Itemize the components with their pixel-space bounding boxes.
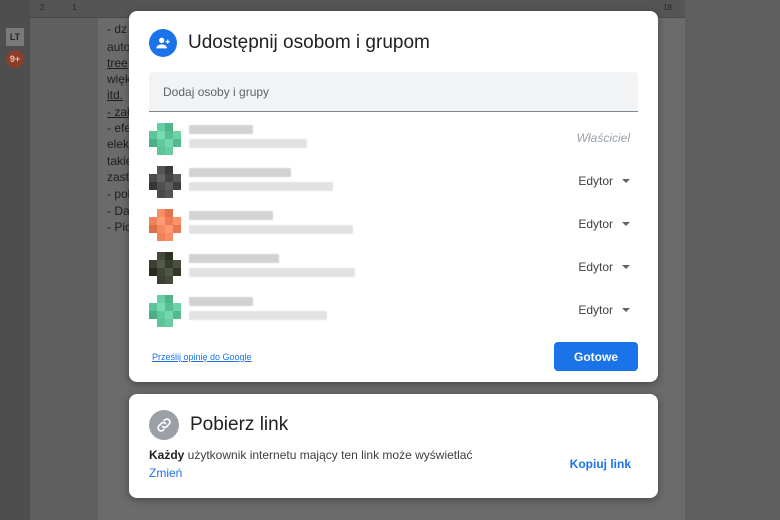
add-people-field[interactable] [149, 72, 638, 112]
add-people-input[interactable] [149, 72, 638, 111]
shared-person-row: Edytor [149, 248, 638, 291]
notification-badge-icon[interactable]: 9+ [6, 50, 24, 68]
shared-person-row: Edytor [149, 162, 638, 205]
link-icon [149, 410, 179, 440]
ruler-number: 1 [72, 3, 77, 12]
done-button[interactable]: Gotowe [554, 342, 638, 371]
document-margin [685, 18, 780, 520]
languagetool-icon[interactable]: LT [6, 28, 24, 46]
shared-person-row: Edytor [149, 205, 638, 248]
role-dropdown[interactable]: Edytor [578, 217, 630, 231]
document-line: - pol [107, 187, 131, 201]
extension-icons: LT 9+ [4, 28, 26, 74]
document-line: tree [107, 56, 128, 70]
shared-person-row: Edytor [149, 291, 638, 334]
ruler-number: 2 [40, 3, 45, 12]
person-name-redacted [189, 211, 273, 220]
person-name-redacted [189, 168, 291, 177]
person-email-redacted [189, 225, 353, 234]
get-link-dialog: Pobierz link Każdy użytkownik internetu … [129, 394, 658, 498]
get-link-title: Pobierz link [190, 414, 289, 435]
people-list: Właściciel Edytor Edytor Edytor Edytor [149, 119, 638, 334]
role-dropdown[interactable]: Edytor [578, 260, 630, 274]
document-line: itd. [107, 88, 124, 102]
role-label: Edytor [578, 260, 613, 274]
role-label: Właściciel [576, 131, 630, 145]
shared-person-row: Właściciel [149, 119, 638, 162]
owner-role-label: Właściciel [577, 131, 630, 145]
link-access-scope: Każdy [149, 448, 185, 462]
person-add-icon [149, 29, 177, 57]
link-access-description: Każdy użytkownik internetu mający ten li… [149, 448, 472, 462]
document-line: elek [107, 137, 130, 151]
document-line: auto [107, 40, 131, 54]
share-dialog-title: Udostępnij osobom i grupom [188, 32, 430, 53]
role-label: Edytor [578, 303, 613, 317]
left-extension-bar [0, 0, 30, 520]
feedback-link[interactable]: Prześlij opinię do Google [152, 352, 252, 362]
link-access-text: użytkownik internetu mający ten link moż… [184, 448, 473, 462]
copy-link-button[interactable]: Kopiuj link [570, 457, 631, 471]
avatar [149, 209, 181, 241]
document-line: - zał [107, 105, 130, 119]
share-dialog-header: Udostępnij osobom i grupom [149, 29, 430, 57]
dropdown-arrow-icon [622, 265, 630, 269]
document-line: zast [107, 170, 130, 184]
document-line: - Pic [107, 220, 131, 234]
document-line: - efe [107, 121, 132, 135]
document-line: więk [107, 72, 132, 86]
person-email-redacted [189, 268, 355, 277]
avatar [149, 252, 181, 284]
get-link-header: Pobierz link [149, 410, 288, 440]
person-email-redacted [189, 311, 327, 320]
ruler-number: 18 [663, 3, 672, 12]
person-name-redacted [189, 254, 279, 263]
share-dialog: Udostępnij osobom i grupom Właściciel Edy… [129, 11, 658, 382]
change-access-link[interactable]: Zmień [149, 466, 182, 480]
avatar [149, 166, 181, 198]
document-line: - Da [107, 204, 130, 218]
document-line: - dz [107, 22, 128, 36]
person-email-redacted [189, 182, 333, 191]
role-dropdown[interactable]: Edytor [578, 174, 630, 188]
dropdown-arrow-icon [622, 308, 630, 312]
avatar [149, 295, 181, 327]
role-dropdown[interactable]: Edytor [578, 303, 630, 317]
dropdown-arrow-icon [622, 179, 630, 183]
person-name-redacted [189, 125, 253, 134]
role-label: Edytor [578, 217, 613, 231]
person-email-redacted [189, 139, 307, 148]
role-label: Edytor [578, 174, 613, 188]
avatar [149, 123, 181, 155]
person-name-redacted [189, 297, 253, 306]
dropdown-arrow-icon [622, 222, 630, 226]
